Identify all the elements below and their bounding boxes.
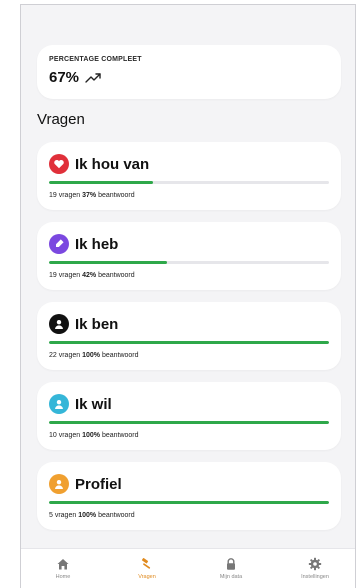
app-screen: PERCENTAGE COMPLEET 67% Vragen Ik hou va… — [20, 4, 356, 588]
bottom-nav: Home Vragen Mijn data Instellingen — [21, 548, 355, 588]
category-meta: 19 vragen 42% beantwoord — [49, 272, 135, 279]
category-card-ik-hou-van[interactable]: Ik hou van 19 vragen 37% beantwoord — [37, 142, 341, 210]
user-icon — [49, 314, 69, 334]
lock-icon — [227, 558, 235, 570]
category-meta: 22 vragen 100% beantwoord — [49, 352, 139, 359]
category-title: Ik hou van — [75, 155, 150, 173]
progress-bar — [49, 501, 329, 504]
category-title: Profiel — [75, 475, 122, 493]
user-icon — [49, 394, 69, 414]
category-meta: 19 vragen 37% beantwoord — [49, 192, 135, 199]
progress-bar — [49, 421, 329, 424]
category-card-ik-wil[interactable]: Ik wil 10 vragen 100% beantwoord — [37, 382, 341, 450]
nav-label: Mijn data — [219, 574, 243, 580]
completion-card: PERCENTAGE COMPLEET 67% — [37, 45, 341, 99]
gear-icon — [308, 557, 322, 571]
progress-bar — [49, 181, 329, 184]
nav-item-vragen[interactable]: Vragen — [105, 549, 189, 588]
category-meta: 10 vragen 100% beantwoord — [49, 432, 139, 439]
completion-label: PERCENTAGE COMPLEET — [49, 56, 142, 63]
nav-item-home[interactable]: Home — [21, 549, 105, 588]
category-title: Ik heb — [75, 235, 119, 253]
progress-bar — [49, 261, 329, 264]
category-card-ik-ben[interactable]: Ik ben 22 vragen 100% beantwoord — [37, 302, 341, 370]
home-icon — [57, 559, 69, 570]
trending-up-icon — [85, 72, 101, 83]
progress-bar — [49, 341, 329, 344]
category-card-profiel[interactable]: Profiel 5 vragen 100% beantwoord — [37, 462, 341, 530]
nav-item-mijn-data[interactable]: Mijn data — [189, 549, 273, 588]
user-icon — [49, 474, 69, 494]
category-card-ik-heb[interactable]: Ik heb 19 vragen 42% beantwoord — [37, 222, 341, 290]
category-title: Ik wil — [75, 395, 112, 413]
nav-label: Vragen — [138, 574, 156, 580]
nav-item-instellingen[interactable]: Instellingen — [273, 549, 355, 588]
tag-icon — [49, 234, 69, 254]
category-title: Ik ben — [75, 315, 119, 333]
heart-icon — [49, 154, 69, 174]
section-title: Vragen — [37, 111, 85, 128]
hammer-icon — [141, 557, 151, 569]
category-meta: 5 vragen 100% beantwoord — [49, 512, 135, 519]
completion-value: 67% — [49, 69, 80, 86]
nav-label: Instellingen — [301, 574, 329, 580]
nav-label: Home — [55, 574, 71, 580]
